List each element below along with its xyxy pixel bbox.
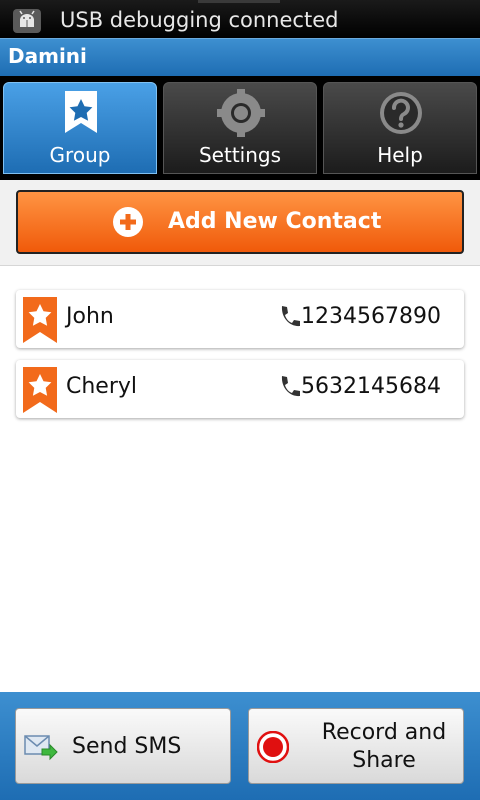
tab-bar: Group Settings Help xyxy=(0,76,480,180)
app-title: Damini xyxy=(8,44,87,68)
tab-help-label: Help xyxy=(377,143,423,167)
send-sms-button[interactable]: Send SMS xyxy=(15,708,231,784)
phone-icon xyxy=(281,306,300,327)
tab-settings-label: Settings xyxy=(198,143,282,167)
tab-group[interactable]: Group xyxy=(3,82,157,174)
title-bar: Damini xyxy=(0,38,480,76)
gear-icon xyxy=(217,89,265,137)
status-bar-edge xyxy=(198,0,280,3)
record-share-label: Record and Share xyxy=(321,720,447,773)
contact-name: Cheryl xyxy=(66,374,138,399)
send-sms-label: Send SMS xyxy=(72,734,182,759)
add-contact-label: Add New Contact xyxy=(168,209,382,234)
tab-settings[interactable]: Settings xyxy=(163,82,317,174)
add-contact-area: Add New Contact xyxy=(0,180,480,266)
plus-circle-icon xyxy=(113,207,143,237)
status-bar: USB debugging connected xyxy=(0,0,480,38)
bookmark-star-icon xyxy=(65,91,97,133)
star-bookmark-icon xyxy=(23,367,57,413)
sms-envelope-icon xyxy=(24,735,58,761)
phone-icon xyxy=(281,376,300,397)
star-bookmark-icon xyxy=(23,297,57,343)
contact-phone: 1234567890 xyxy=(301,304,441,329)
status-text: USB debugging connected xyxy=(60,8,339,32)
contact-item[interactable]: John 1234567890 xyxy=(16,290,464,348)
bottom-bar: Send SMS Record and Share xyxy=(0,692,480,800)
tab-group-label: Group xyxy=(49,143,111,167)
record-icon xyxy=(257,731,289,763)
contact-name: John xyxy=(66,304,114,329)
record-share-button[interactable]: Record and Share xyxy=(248,708,464,784)
usb-debug-icon xyxy=(13,9,41,33)
tab-help[interactable]: Help xyxy=(323,82,477,174)
contact-phone: 5632145684 xyxy=(301,374,441,399)
question-icon xyxy=(380,92,422,134)
contact-item[interactable]: Cheryl 5632145684 xyxy=(16,360,464,418)
add-contact-button[interactable]: Add New Contact xyxy=(16,190,464,254)
